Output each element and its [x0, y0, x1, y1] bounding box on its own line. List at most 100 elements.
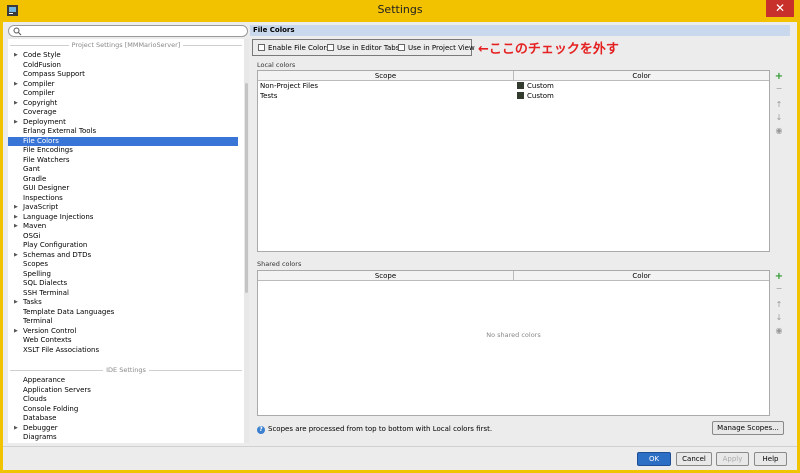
- expand-arrow-icon[interactable]: ▶: [14, 203, 18, 213]
- scope-column-header[interactable]: Scope: [258, 71, 513, 81]
- ok-button[interactable]: OK: [637, 452, 671, 466]
- tree-item[interactable]: Diagrams: [8, 433, 238, 443]
- table-row[interactable]: Non-Project Files Custom: [258, 82, 769, 92]
- move-down-icon[interactable]: ↓: [772, 312, 786, 324]
- tree-item[interactable]: Clouds: [8, 395, 238, 405]
- help-button[interactable]: Help: [754, 452, 787, 466]
- tree-item[interactable]: Coverage: [8, 108, 238, 118]
- tree-item[interactable]: File Colors: [8, 136, 238, 146]
- project-settings-header: Project Settings [MMMarioServer]: [8, 41, 244, 50]
- tree-item[interactable]: ▶ Maven: [8, 222, 238, 232]
- tree-item[interactable]: ▶ Tasks: [8, 298, 238, 308]
- share-icon[interactable]: ◉: [772, 125, 786, 137]
- tree-item[interactable]: File Encodings: [8, 146, 238, 156]
- tree-item[interactable]: Web Contexts: [8, 336, 238, 346]
- tree-item[interactable]: Gant: [8, 165, 238, 175]
- tree-item[interactable]: XSLT File Associations: [8, 346, 238, 356]
- tree-item[interactable]: Compass Support: [8, 70, 238, 80]
- tree-item-label: Tasks: [23, 298, 42, 306]
- table-row[interactable]: Tests Custom: [258, 91, 769, 102]
- move-up-icon[interactable]: ↑: [772, 99, 786, 111]
- tree-item[interactable]: Erlang External Tools: [8, 127, 238, 137]
- tree-scrollbar[interactable]: [244, 39, 249, 443]
- row-color-label: Custom: [527, 91, 554, 100]
- tree-item[interactable]: Database: [8, 414, 238, 424]
- tree-item[interactable]: Scopes: [8, 260, 238, 270]
- checkbox-box[interactable]: [258, 44, 265, 51]
- move-down-icon[interactable]: ↓: [772, 112, 786, 124]
- tree-item[interactable]: Play Configuration: [8, 241, 238, 251]
- color-column-header[interactable]: Color: [514, 271, 769, 281]
- tree-item[interactable]: SSH Terminal: [8, 289, 238, 299]
- tree-item[interactable]: ▶ Copyright: [8, 99, 238, 109]
- expand-arrow-icon[interactable]: ▶: [14, 424, 18, 434]
- tree-item[interactable]: ▶ Code Style: [8, 51, 238, 61]
- scope-column-header[interactable]: Scope: [258, 271, 513, 281]
- tree-item-label: Gant: [23, 165, 40, 173]
- tree-item-label: Erlang External Tools: [23, 127, 97, 135]
- checkbox-box[interactable]: [327, 44, 334, 51]
- tree-item[interactable]: SQL Dialects: [8, 279, 238, 289]
- tree-item-label: ColdFusion: [23, 60, 61, 69]
- tree-item[interactable]: ▶ JavaScript: [8, 203, 238, 213]
- tree-item[interactable]: GUI Designer: [8, 184, 238, 194]
- local-table-header: Scope Color: [258, 71, 769, 81]
- tree-item[interactable]: Appearance: [8, 376, 238, 386]
- local-colors-table[interactable]: Scope Color Non-Project Files Custom Tes…: [257, 70, 770, 252]
- expand-arrow-icon[interactable]: ▶: [14, 118, 18, 128]
- expand-arrow-icon[interactable]: ▶: [14, 298, 18, 308]
- tree-item[interactable]: Gradle: [8, 175, 238, 185]
- tree-item-label: XSLT File Associations: [23, 345, 100, 354]
- enable-file-colors-checkbox[interactable]: Enable File Colors: [258, 44, 330, 53]
- tree-item[interactable]: OSGi: [8, 232, 238, 242]
- tree-item[interactable]: Spelling: [8, 270, 238, 280]
- close-button[interactable]: ✕: [766, 0, 794, 17]
- shared-colors-table[interactable]: Scope Color No shared colors: [257, 270, 770, 416]
- tree-scroll-thumb[interactable]: [245, 83, 248, 293]
- tree-item[interactable]: ▶ Version Control: [8, 327, 238, 337]
- expand-arrow-icon[interactable]: ▶: [14, 80, 18, 90]
- unshare-icon[interactable]: ◉: [772, 325, 786, 337]
- add-icon[interactable]: +: [772, 71, 786, 83]
- expand-arrow-icon[interactable]: ▶: [14, 222, 18, 232]
- info-message: ? Scopes are processed from top to bottom…: [257, 424, 492, 434]
- use-in-project-view-checkbox[interactable]: Use in Project View: [398, 44, 475, 53]
- tree-item[interactable]: ▶ Deployment: [8, 118, 238, 128]
- apply-button[interactable]: Apply: [716, 452, 749, 466]
- tree-item[interactable]: Compiler: [8, 89, 238, 99]
- expand-arrow-icon[interactable]: ▶: [14, 213, 18, 223]
- tree-item[interactable]: ▶ Editor: [8, 443, 238, 444]
- manage-scopes-button[interactable]: Manage Scopes...: [712, 421, 784, 435]
- tree-item[interactable]: ▶ Debugger: [8, 424, 238, 434]
- use-in-editor-tabs-checkbox[interactable]: Use in Editor Tabs: [327, 44, 399, 53]
- tree-item[interactable]: ▶ Language Injections: [8, 213, 238, 223]
- tree-item[interactable]: Terminal: [8, 317, 238, 327]
- search-input[interactable]: [8, 25, 248, 37]
- add-icon[interactable]: +: [772, 271, 786, 283]
- remove-icon[interactable]: −: [772, 283, 786, 295]
- tree-item[interactable]: ▶ Schemas and DTDs: [8, 251, 238, 261]
- tree-item[interactable]: ColdFusion: [8, 61, 238, 71]
- tree-item[interactable]: ▶ Compiler: [8, 80, 238, 90]
- settings-sidebar: Project Settings [MMMarioServer] IDE Set…: [8, 25, 249, 444]
- row-scope: Non-Project Files: [260, 82, 319, 90]
- tree-item[interactable]: Console Folding: [8, 405, 238, 415]
- cancel-button[interactable]: Cancel: [676, 452, 712, 466]
- expand-arrow-icon[interactable]: ▶: [14, 443, 18, 444]
- expand-arrow-icon[interactable]: ▶: [14, 251, 18, 261]
- color-swatch: [517, 91, 524, 99]
- tree-item[interactable]: Inspections: [8, 194, 238, 204]
- remove-icon[interactable]: −: [772, 83, 786, 95]
- move-up-icon[interactable]: ↑: [772, 299, 786, 311]
- expand-arrow-icon[interactable]: ▶: [14, 51, 18, 61]
- color-swatch: [517, 82, 524, 89]
- tree-item[interactable]: Template Data Languages: [8, 308, 238, 318]
- tree-item-label: OSGi: [23, 231, 41, 240]
- expand-arrow-icon[interactable]: ▶: [14, 99, 18, 109]
- tree-item[interactable]: Application Servers: [8, 386, 238, 396]
- tree-item[interactable]: File Watchers: [8, 156, 238, 166]
- tree-item-label: JavaScript: [23, 203, 59, 211]
- expand-arrow-icon[interactable]: ▶: [14, 327, 18, 337]
- color-column-header[interactable]: Color: [514, 71, 769, 81]
- checkbox-box[interactable]: [398, 44, 405, 51]
